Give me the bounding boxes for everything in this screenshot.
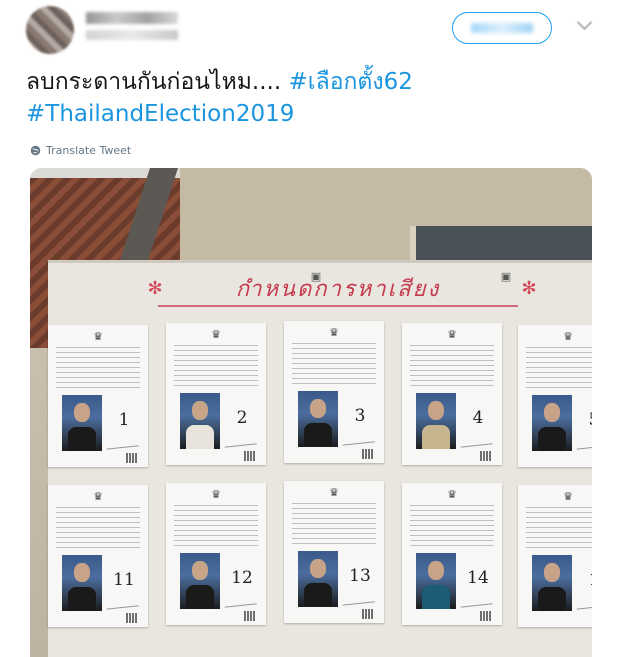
follow-button[interactable] <box>452 12 552 44</box>
signature <box>223 589 257 608</box>
flower-doodle-icon: ✻ <box>521 277 537 299</box>
candidate-number: 4 <box>472 408 484 428</box>
notice-board: ▣ ▣ ✻ กำหนดการหาเสียง ✻ ♛ 1 ♛ 2 ♛ 3 ♛ 4 … <box>48 260 592 657</box>
signature <box>341 427 375 446</box>
emblem-icon: ♛ <box>211 327 221 341</box>
candidate-poster: ♛ 5 <box>518 325 592 467</box>
candidate-number: 1 <box>118 410 130 430</box>
qr-code-icon <box>362 609 374 619</box>
emblem-icon: ♛ <box>329 485 339 499</box>
candidate-photo <box>532 555 572 611</box>
qr-code-icon <box>362 449 374 459</box>
avatar[interactable] <box>26 6 74 54</box>
emblem-icon: ♛ <box>447 327 457 341</box>
qr-code-icon <box>244 451 256 461</box>
signature <box>459 589 493 608</box>
emblem-icon: ♛ <box>329 325 339 339</box>
poster-text-lines <box>174 505 258 547</box>
candidate-number: 3 <box>354 406 366 426</box>
poster-text-lines <box>410 505 494 547</box>
poster-text-lines <box>526 507 592 549</box>
candidate-poster: ♛ 2 <box>166 323 266 465</box>
poster-text-lines <box>292 503 376 545</box>
hashtag-link[interactable]: #ThailandElection2019 <box>26 101 294 127</box>
poster-text-lines <box>56 507 140 549</box>
signature <box>459 429 493 448</box>
qr-code-icon <box>480 451 492 461</box>
emblem-icon: ♛ <box>211 487 221 501</box>
emblem-icon: ♛ <box>93 329 103 343</box>
candidate-poster: ♛ 3 <box>284 321 384 463</box>
globe-icon <box>30 145 41 155</box>
translate-label: Translate Tweet <box>46 143 132 157</box>
candidate-photo <box>180 393 220 449</box>
candidate-photo <box>62 555 102 611</box>
qr-code-icon <box>126 453 138 463</box>
candidate-photo <box>532 395 572 451</box>
poster-text-lines <box>410 345 494 387</box>
tweet-card: ลบกระดานกันก่อนไหม.... #เลือกตั้ง62 #Tha… <box>0 0 620 657</box>
candidate-number: 13 <box>349 566 371 586</box>
qr-code-icon <box>244 611 256 621</box>
tweet-photo[interactable]: ▣ ▣ ✻ กำหนดการหาเสียง ✻ ♛ 1 ♛ 2 ♛ 3 ♛ 4 … <box>30 168 592 657</box>
translate-tweet-link[interactable]: Translate Tweet <box>30 142 131 158</box>
emblem-icon: ♛ <box>563 489 573 503</box>
signature <box>575 591 592 610</box>
username-redacted[interactable] <box>86 30 178 40</box>
tweet-text: ลบกระดานกันก่อนไหม.... #เลือกตั้ง62 #Tha… <box>26 66 596 130</box>
candidate-photo <box>62 395 102 451</box>
candidate-number: 12 <box>231 568 253 588</box>
emblem-icon: ♛ <box>447 487 457 501</box>
candidate-photo <box>298 551 338 607</box>
follow-button-label-redacted <box>471 23 533 33</box>
emblem-icon: ♛ <box>563 329 573 343</box>
candidate-poster: ♛ 11 <box>48 485 148 627</box>
board-title: กำหนดการหาเสียง <box>158 271 518 307</box>
chevron-down-icon[interactable] <box>576 14 593 31</box>
candidate-number: 2 <box>236 408 248 428</box>
poster-text-lines <box>56 347 140 389</box>
hashtag-link[interactable]: #เลือกตั้ง62 <box>288 69 412 95</box>
candidate-poster: ♛ 13 <box>284 481 384 623</box>
candidate-number: 5 <box>576 409 592 431</box>
poster-text-lines <box>526 347 592 389</box>
signature <box>223 429 257 448</box>
display-name-redacted[interactable] <box>86 12 178 24</box>
candidate-photo <box>416 393 456 449</box>
candidate-photo <box>180 553 220 609</box>
signature <box>341 587 375 606</box>
poster-text-lines <box>174 345 258 387</box>
candidate-poster: ♛ 14 <box>402 483 502 625</box>
candidate-poster: ♛ 4 <box>402 323 502 465</box>
candidate-number: 14 <box>467 568 489 588</box>
candidate-number: 11 <box>113 570 135 590</box>
signature <box>105 591 139 610</box>
signature <box>575 431 592 450</box>
poster-text-lines <box>292 343 376 385</box>
candidate-photo <box>416 553 456 609</box>
candidate-poster: ♛ 12 <box>166 483 266 625</box>
candidate-poster: ♛ 1 <box>48 325 148 467</box>
candidate-number: 1 <box>576 569 592 591</box>
emblem-icon: ♛ <box>93 489 103 503</box>
signature <box>105 431 139 450</box>
qr-code-icon <box>480 611 492 621</box>
candidate-poster: ♛ 1 <box>518 485 592 627</box>
tweet-body: ลบกระดานกันก่อนไหม.... <box>26 69 289 95</box>
qr-code-icon <box>126 613 138 623</box>
candidate-photo <box>298 391 338 447</box>
